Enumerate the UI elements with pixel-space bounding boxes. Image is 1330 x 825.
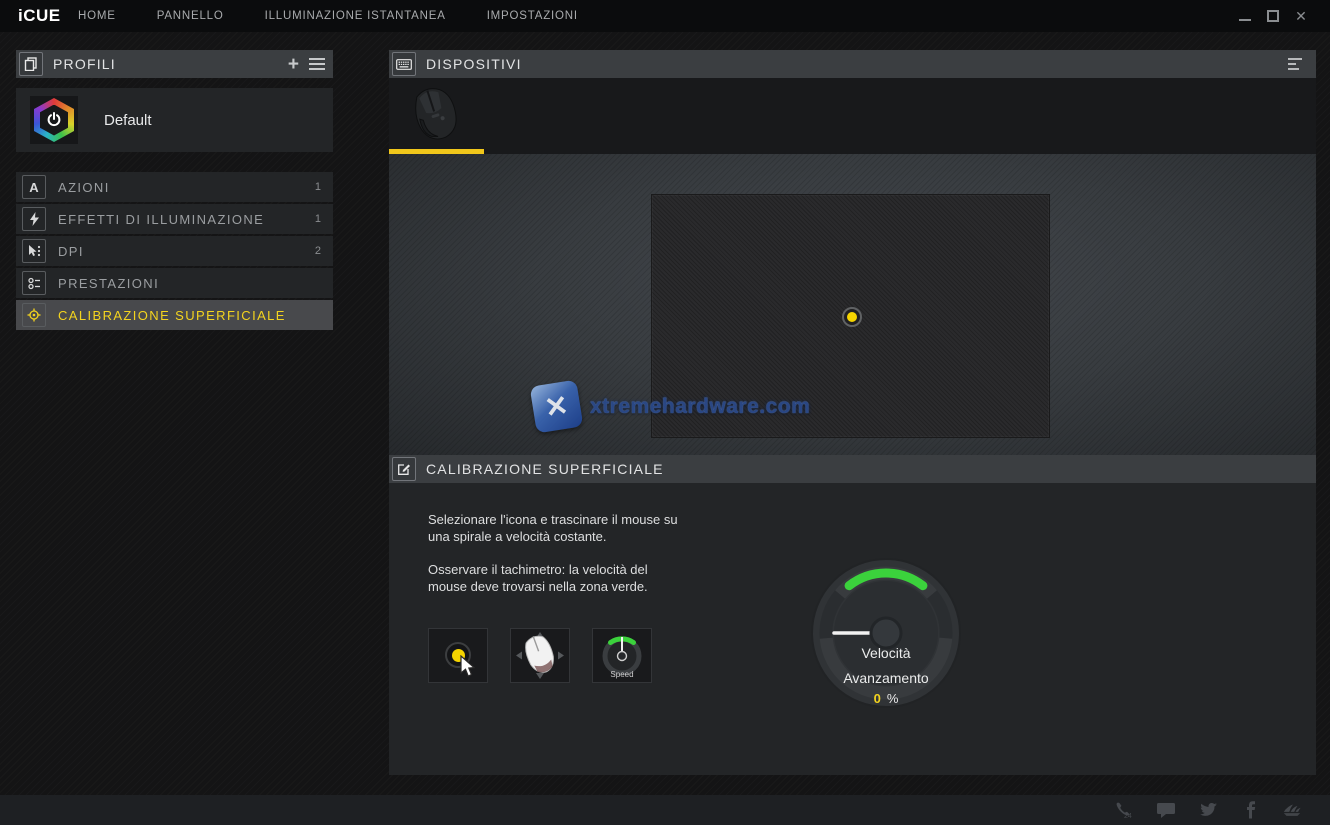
maximize-icon[interactable] xyxy=(1266,9,1280,23)
mouse-cursor-icon xyxy=(459,655,476,679)
profile-name: Default xyxy=(104,112,152,129)
calibration-title: CALIBRAZIONE SUPERFICIALE xyxy=(426,461,664,477)
power-icon xyxy=(46,112,62,128)
sidebar-item-calibrazione-superficiale[interactable]: CALIBRAZIONE SUPERFICIALE xyxy=(16,300,333,330)
icue-hexagon-logo-icon xyxy=(34,98,74,142)
dpi-cursor-icon xyxy=(22,239,46,263)
gauge-speed-label: Velocità xyxy=(810,645,962,661)
device-sort-icon[interactable] xyxy=(1288,58,1302,70)
nav-illuminazione-istantanea[interactable]: ILLUMINAZIONE ISTANTANEA xyxy=(265,10,446,22)
devices-header: DISPOSITIVI xyxy=(389,50,1316,78)
target-dot-tool[interactable] xyxy=(428,628,488,683)
facebook-icon[interactable] xyxy=(1240,801,1260,819)
profile-row-default[interactable]: Default xyxy=(16,88,333,152)
profiles-icon xyxy=(19,52,43,76)
profile-avatar xyxy=(30,96,78,144)
count-badge: 1 xyxy=(315,181,333,193)
chat-icon[interactable] xyxy=(1156,801,1176,819)
profiles-title: PROFILI xyxy=(53,56,116,72)
app-logo: iCUE xyxy=(0,6,78,26)
add-profile-icon[interactable]: + xyxy=(288,55,299,74)
gauge-progress-label: Avanzamento xyxy=(810,670,962,686)
watermark: ✕ xtremehardware.com xyxy=(533,383,810,430)
sidebar-item-effetti-di-illuminazione[interactable]: EFFETTI DI ILLUMINAZIONE 1 xyxy=(16,204,333,234)
nav-impostazioni[interactable]: IMPOSTAZIONI xyxy=(487,10,578,22)
speed-gauge: Velocità Avanzamento 0% xyxy=(810,557,962,709)
nav-pannello[interactable]: PANNELLO xyxy=(157,10,224,22)
sidebar-item-azioni[interactable]: A AZIONI 1 xyxy=(16,172,333,202)
target-icon xyxy=(22,303,46,327)
svg-text:24: 24 xyxy=(1124,813,1132,819)
watermark-text: xtremehardware.com xyxy=(590,395,810,419)
count-badge: 1 xyxy=(315,213,333,225)
calibration-tools: Speed xyxy=(428,628,652,683)
top-bar: iCUE HOME PANNELLO ILLUMINAZIONE ISTANTA… xyxy=(0,0,1330,32)
speed-gauge-tool[interactable]: Speed xyxy=(592,628,652,683)
gauge-progress-value: 0% xyxy=(810,691,962,706)
lightning-icon xyxy=(22,207,46,231)
letter-a-icon: A xyxy=(22,175,46,199)
calibration-target-dot[interactable] xyxy=(842,307,862,327)
sidebar-item-prestazioni[interactable]: PRESTAZIONI xyxy=(16,268,333,298)
instruction-1: Selezionare l'icona e trascinare il mous… xyxy=(428,511,680,545)
window-controls: ✕ xyxy=(1238,9,1330,23)
calibration-body: Selezionare l'icona e trascinare il mous… xyxy=(389,483,1316,775)
minimize-icon[interactable] xyxy=(1238,9,1252,23)
device-tab-strip xyxy=(389,78,1316,154)
calibration-header: CALIBRAZIONE SUPERFICIALE xyxy=(389,455,1316,483)
edit-icon xyxy=(392,457,416,481)
profiles-header: PROFILI + xyxy=(16,50,333,78)
sidebar-item-dpi[interactable]: DPI 2 xyxy=(16,236,333,266)
bottom-bar: 24 xyxy=(0,795,1330,825)
gauge-dial xyxy=(810,557,962,709)
gaming-mouse-image xyxy=(405,84,467,144)
profiles-menu-icon[interactable] xyxy=(309,58,325,70)
mouse-device-tab[interactable] xyxy=(389,78,484,154)
support-24h-icon[interactable]: 24 xyxy=(1114,801,1134,819)
count-badge: 2 xyxy=(315,245,333,257)
twitter-icon[interactable] xyxy=(1198,801,1218,819)
devices-title: DISPOSITIVI xyxy=(426,56,522,72)
nav-home[interactable]: HOME xyxy=(78,10,116,22)
keyboard-icon xyxy=(392,52,416,76)
profile-sections-menu: A AZIONI 1 EFFETTI DI ILLUMINAZIONE 1 DP… xyxy=(16,172,333,332)
calibration-surface-view xyxy=(389,154,1316,455)
sliders-icon xyxy=(22,271,46,295)
corsair-logo-icon[interactable] xyxy=(1282,801,1302,819)
instruction-2: Osservare il tachimetro: la velocità del… xyxy=(428,561,680,595)
calibration-instructions: Selezionare l'icona e trascinare il mous… xyxy=(428,511,680,611)
close-icon[interactable]: ✕ xyxy=(1294,9,1308,23)
mini-gauge-icon xyxy=(593,631,651,675)
watermark-x-logo-icon: ✕ xyxy=(530,380,584,434)
mini-gauge-label: Speed xyxy=(593,670,651,679)
mouse-with-arrows-icon xyxy=(511,629,569,682)
mouse-drag-tool[interactable] xyxy=(510,628,570,683)
